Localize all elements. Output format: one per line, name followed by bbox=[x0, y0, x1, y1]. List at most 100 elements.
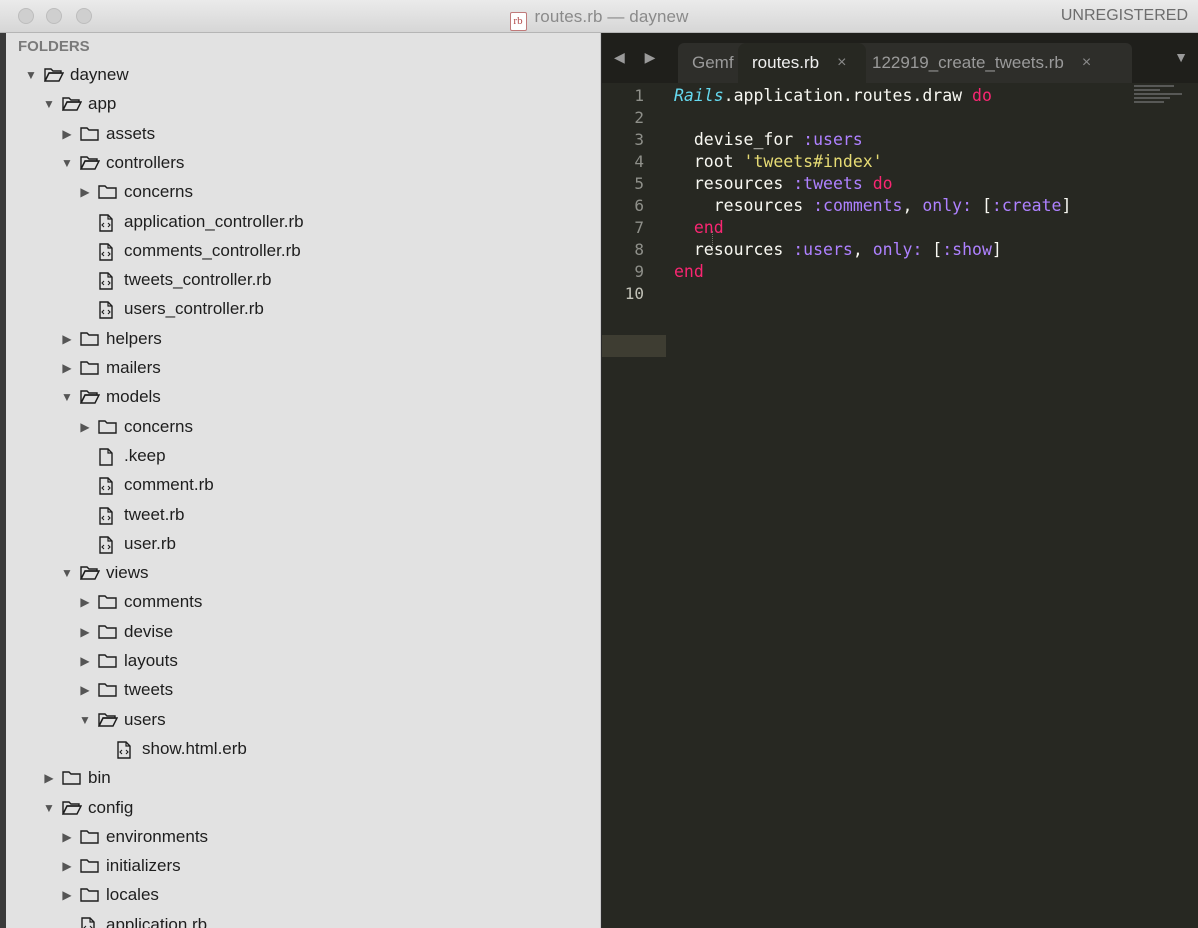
disclosure-closed-icon[interactable]: ▶ bbox=[76, 625, 94, 639]
folder-icon bbox=[98, 184, 117, 200]
tree-file[interactable]: show.html.erb bbox=[94, 736, 247, 762]
folder-icon bbox=[80, 858, 99, 874]
disclosure-closed-icon[interactable]: ▶ bbox=[76, 654, 94, 668]
tree-folder[interactable]: ▼ config bbox=[40, 795, 133, 821]
disclosure-closed-icon[interactable]: ▶ bbox=[58, 859, 76, 873]
code-line[interactable]: resources :users, only: [:show] bbox=[674, 239, 1002, 261]
tree-item-label: concerns bbox=[124, 416, 193, 436]
line-number: 4 bbox=[634, 152, 644, 171]
code-file-icon bbox=[98, 301, 116, 320]
tree-item-label: environments bbox=[106, 826, 209, 846]
code-line[interactable]: root 'tweets#index' bbox=[674, 151, 883, 173]
code-line[interactable]: resources :comments, only: [:create] bbox=[674, 195, 1072, 217]
tree-item-label: bin bbox=[88, 768, 111, 788]
tab-nav-arrows[interactable]: ◀ ▶ bbox=[614, 49, 663, 66]
tree-item-label: assets bbox=[106, 123, 156, 143]
disclosure-closed-icon[interactable]: ▶ bbox=[76, 185, 94, 199]
tree-folder[interactable]: ▶ locales bbox=[58, 882, 159, 908]
tree-item-label: tweets bbox=[124, 680, 174, 700]
tree-folder[interactable]: ▶ concerns bbox=[76, 414, 193, 440]
code-line[interactable]: end bbox=[674, 217, 724, 239]
window-title-text: routes.rb — daynew bbox=[534, 7, 689, 26]
close-icon[interactable]: × bbox=[837, 54, 846, 72]
code-token: Rails bbox=[674, 86, 724, 105]
disclosure-open-icon[interactable]: ▼ bbox=[58, 566, 76, 580]
tree-folder[interactable]: ▶ tweets bbox=[76, 677, 173, 703]
tree-file[interactable]: comment.rb bbox=[76, 472, 214, 498]
tab-routes-rb[interactable]: routes.rb × bbox=[738, 43, 866, 83]
code-line[interactable]: resources :tweets do bbox=[674, 173, 893, 195]
tree-folder[interactable]: ▼ app bbox=[40, 91, 116, 117]
tree-file[interactable]: application_controller.rb bbox=[76, 209, 304, 235]
tab-dropdown-icon[interactable]: ▼ bbox=[1174, 49, 1188, 65]
line-number: 5 bbox=[634, 174, 644, 193]
line-number: 1 bbox=[634, 86, 644, 105]
code-line[interactable]: devise_for :users bbox=[674, 129, 863, 151]
disclosure-closed-icon[interactable]: ▶ bbox=[58, 888, 76, 902]
tree-item-label: helpers bbox=[106, 328, 162, 348]
tree-item-label: tweet.rb bbox=[124, 504, 185, 524]
tree-file[interactable]: application.rb bbox=[58, 912, 207, 928]
close-icon[interactable]: × bbox=[1082, 54, 1091, 72]
code-file-icon bbox=[98, 272, 116, 290]
tree-folder[interactable]: ▼ users bbox=[76, 707, 166, 733]
tree-folder[interactable]: ▶ environments bbox=[58, 824, 208, 850]
code-token: , bbox=[902, 196, 923, 215]
disclosure-closed-icon[interactable]: ▶ bbox=[76, 683, 94, 697]
code-line[interactable]: Rails.application.routes.draw do bbox=[674, 85, 992, 107]
tree-folder[interactable]: ▶ comments bbox=[76, 589, 202, 615]
disclosure-open-icon[interactable]: ▼ bbox=[22, 68, 40, 82]
tree-folder[interactable]: ▶ bin bbox=[40, 765, 111, 791]
code-line[interactable]: end bbox=[674, 261, 704, 283]
folder-icon bbox=[80, 887, 99, 903]
folder-icon bbox=[80, 126, 99, 142]
disclosure-closed-icon[interactable]: ▶ bbox=[58, 361, 76, 375]
line-number: 3 bbox=[634, 130, 644, 149]
tree-file[interactable]: tweets_controller.rb bbox=[76, 267, 271, 293]
tree-file[interactable]: user.rb bbox=[76, 531, 176, 557]
tree-item-label: models bbox=[106, 387, 161, 407]
disclosure-open-icon[interactable]: ▼ bbox=[40, 97, 58, 111]
tree-folder[interactable]: ▼ views bbox=[58, 560, 148, 586]
tree-folder[interactable]: ▼ models bbox=[58, 384, 161, 410]
tree-folder[interactable]: ▶ concerns bbox=[76, 179, 193, 205]
tree-item-label: comments_controller.rb bbox=[124, 240, 301, 260]
code-file-icon bbox=[98, 506, 116, 525]
code-token: end bbox=[674, 262, 704, 281]
line-number: 6 bbox=[634, 196, 644, 215]
disclosure-closed-icon[interactable]: ▶ bbox=[76, 595, 94, 609]
tab-create-tweets-migration[interactable]: 122919_create_tweets.rb × bbox=[852, 43, 1132, 83]
disclosure-closed-icon[interactable]: ▶ bbox=[40, 771, 58, 785]
tree-file[interactable]: tweet.rb bbox=[76, 502, 184, 528]
disclosure-open-icon[interactable]: ▼ bbox=[40, 801, 58, 815]
disclosure-open-icon[interactable]: ▼ bbox=[58, 390, 76, 404]
tree-file[interactable]: .keep bbox=[76, 443, 166, 469]
disclosure-closed-icon[interactable]: ▶ bbox=[58, 332, 76, 346]
disclosure-closed-icon[interactable]: ▶ bbox=[76, 420, 94, 434]
code-file-icon bbox=[98, 213, 116, 232]
disclosure-open-icon[interactable]: ▼ bbox=[58, 156, 76, 170]
line-number: 10 bbox=[624, 284, 644, 303]
tree-folder[interactable]: ▶ initializers bbox=[58, 853, 180, 879]
tree-item-label: daynew bbox=[70, 65, 129, 84]
folder-icon bbox=[98, 682, 117, 698]
disclosure-closed-icon[interactable]: ▶ bbox=[58, 830, 76, 844]
code-file-icon bbox=[98, 477, 116, 495]
disclosure-closed-icon[interactable]: ▶ bbox=[58, 127, 76, 141]
disclosure-open-icon[interactable]: ▼ bbox=[76, 713, 94, 727]
ruby-file-icon: rb bbox=[509, 12, 527, 31]
code-token: :users bbox=[793, 240, 853, 259]
tree-item-label: application_controller.rb bbox=[124, 211, 304, 231]
tree-file[interactable]: comments_controller.rb bbox=[76, 238, 301, 264]
tree-folder[interactable]: ▶ assets bbox=[58, 121, 155, 147]
minimap[interactable] bbox=[1134, 85, 1188, 109]
tree-item-label: show.html.erb bbox=[142, 738, 247, 758]
tree-item-label: application.rb bbox=[106, 914, 208, 928]
tree-folder[interactable]: ▼ controllers bbox=[58, 150, 184, 176]
tree-folder[interactable]: ▶ devise bbox=[76, 619, 173, 645]
tree-folder[interactable]: ▼ daynew bbox=[22, 62, 129, 88]
tree-folder[interactable]: ▶ layouts bbox=[76, 648, 178, 674]
tree-folder[interactable]: ▶ mailers bbox=[58, 355, 160, 381]
tree-file[interactable]: users_controller.rb bbox=[76, 296, 264, 322]
tree-folder[interactable]: ▶ helpers bbox=[58, 326, 162, 352]
